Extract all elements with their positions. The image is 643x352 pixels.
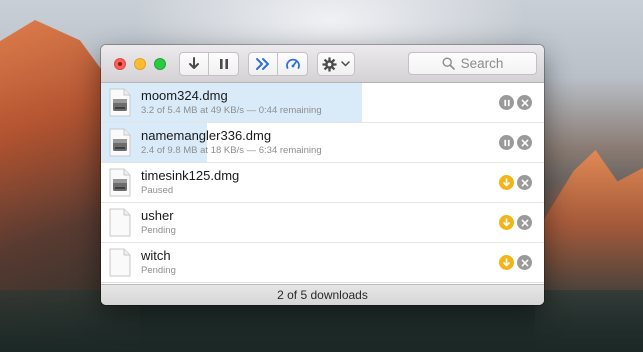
resume-all-button[interactable]	[248, 52, 278, 76]
disk-image-icon	[109, 168, 131, 197]
downloads-window: Search moom324.dmg 3.2 of 5.4 MB at 49 KB…	[101, 45, 544, 305]
cancel-download-button[interactable]	[517, 175, 532, 190]
download-arrow-icon	[189, 57, 199, 69]
speed-limit-button[interactable]	[278, 52, 308, 76]
download-file-name: namemangler336.dmg	[141, 128, 272, 143]
download-row[interactable]: namemangler336.dmg 2.4 of 9.8 MB at 18 KB…	[101, 123, 544, 163]
wallpaper-mountain-right	[535, 150, 643, 352]
disk-image-icon	[109, 128, 131, 157]
resume-download-button[interactable]	[499, 175, 514, 190]
download-file-name: moom324.dmg	[141, 88, 228, 103]
minimize-window-button[interactable]	[134, 58, 146, 70]
status-bar: 2 of 5 downloads	[101, 284, 544, 305]
toolbar: Search	[101, 45, 544, 83]
download-button[interactable]	[179, 52, 209, 76]
pause-icon	[219, 59, 228, 69]
download-status: Pending	[141, 265, 176, 276]
download-status: 2.4 of 9.8 MB at 18 KB/s — 6:34 remainin…	[141, 145, 322, 156]
download-file-name: timesink125.dmg	[141, 168, 240, 183]
download-row[interactable]: witch Pending	[101, 243, 544, 283]
resume-download-button[interactable]	[499, 215, 514, 230]
download-file-name: witch	[141, 248, 171, 263]
resume-download-button[interactable]	[499, 255, 514, 270]
zoom-window-button[interactable]	[154, 58, 166, 70]
download-status: Paused	[141, 185, 174, 196]
chevron-down-icon	[341, 61, 350, 67]
search-field[interactable]: Search	[408, 52, 537, 75]
disk-image-icon	[109, 88, 131, 117]
download-list: moom324.dmg 3.2 of 5.4 MB at 49 KB/s — 0:…	[101, 83, 544, 283]
cancel-download-button[interactable]	[517, 135, 532, 150]
pause-download-button[interactable]	[499, 95, 514, 110]
fast-forward-icon	[256, 58, 269, 70]
download-row[interactable]: usher Pending	[101, 203, 544, 243]
search-placeholder: Search	[460, 56, 504, 71]
cancel-download-button[interactable]	[517, 215, 532, 230]
speedometer-icon	[285, 58, 300, 69]
settings-menu-button[interactable]	[317, 52, 355, 76]
download-count: 2 of 5 downloads	[277, 288, 368, 302]
gear-icon	[322, 56, 337, 72]
download-row[interactable]: moom324.dmg 3.2 of 5.4 MB at 49 KB/s — 0:…	[101, 83, 544, 123]
close-window-button[interactable]	[114, 58, 126, 70]
magnifier-icon	[442, 57, 455, 70]
document-icon	[109, 208, 131, 237]
cancel-download-button[interactable]	[517, 255, 532, 270]
pause-download-button[interactable]	[499, 135, 514, 150]
cancel-download-button[interactable]	[517, 95, 532, 110]
download-status: 3.2 of 5.4 MB at 49 KB/s — 0:44 remainin…	[141, 105, 322, 116]
download-status: Pending	[141, 225, 176, 236]
document-icon	[109, 248, 131, 277]
download-row[interactable]: timesink125.dmg Paused	[101, 163, 544, 203]
pause-all-button[interactable]	[209, 52, 239, 76]
download-file-name: usher	[141, 208, 174, 223]
